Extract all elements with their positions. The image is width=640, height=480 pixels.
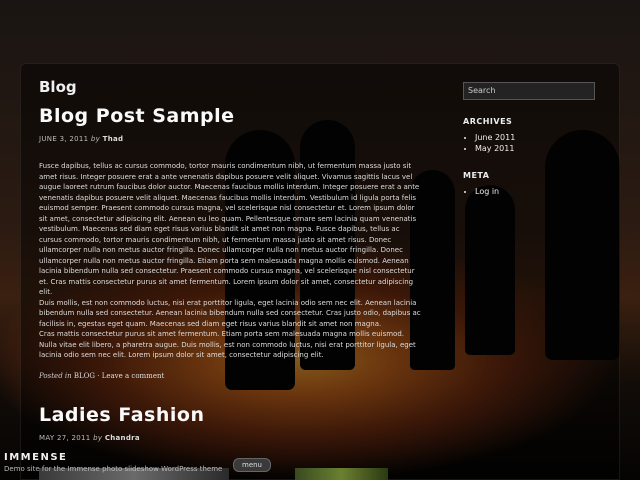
post-by: by [93, 434, 103, 442]
archive-link-may-2011[interactable]: May 2011 [475, 143, 595, 154]
leave-comment-link[interactable]: Leave a comment [102, 372, 165, 380]
post-title-link[interactable]: Blog Post Sample [39, 105, 424, 127]
post-by: by [90, 135, 101, 143]
post-date: MAY 27, 2011 [39, 434, 91, 442]
post-meta: MAY 27, 2011 by Chandra [39, 434, 424, 442]
post-paragraph: Duis mollis, est non commodo luctus, nis… [39, 298, 421, 328]
site-name[interactable]: IMMENSE [4, 452, 222, 463]
menu-button[interactable]: menu [233, 458, 271, 472]
post-author-link[interactable]: Chandra [105, 434, 140, 442]
post-thumbnail[interactable] [295, 468, 388, 480]
main-content: Blog Blog Post Sample JUNE 3, 2011 by Th… [39, 78, 424, 380]
category-link[interactable]: BLOG [74, 372, 95, 380]
meta-widget: META Log in [463, 171, 595, 197]
second-post: Ladies Fashion MAY 27, 2011 by Chandra [39, 404, 424, 442]
posted-in-label: Posted in [39, 371, 72, 380]
sidebar: ARCHIVES June 2011 May 2011 META Log in [463, 78, 595, 197]
archives-widget: ARCHIVES June 2011 May 2011 [463, 117, 595, 154]
site-branding: IMMENSE Demo site for the Immense photo … [4, 452, 222, 473]
archive-link-june-2011[interactable]: June 2011 [475, 132, 595, 143]
post-paragraph: Cras mattis consectetur purus sit amet f… [39, 330, 416, 359]
login-link[interactable]: Log in [475, 186, 595, 197]
post-author-link[interactable]: Thad [103, 135, 124, 143]
footer-separator: · [97, 371, 100, 380]
search-input[interactable] [463, 81, 595, 100]
post-footer: Posted in BLOG · Leave a comment [39, 372, 424, 380]
post-title-link[interactable]: Ladies Fashion [39, 404, 424, 426]
site-tagline: Demo site for the Immense photo slidesho… [4, 465, 223, 473]
post-meta: JUNE 3, 2011 by Thad [39, 135, 424, 143]
post-paragraph: Fusce dapibus, tellus ac cursus commodo,… [39, 162, 420, 296]
post-date: JUNE 3, 2011 [39, 135, 89, 143]
blog-title: Blog [39, 78, 77, 96]
post-body: Fusce dapibus, tellus ac cursus commodo,… [39, 161, 424, 361]
archives-title: ARCHIVES [463, 116, 513, 126]
meta-title: META [463, 170, 490, 180]
